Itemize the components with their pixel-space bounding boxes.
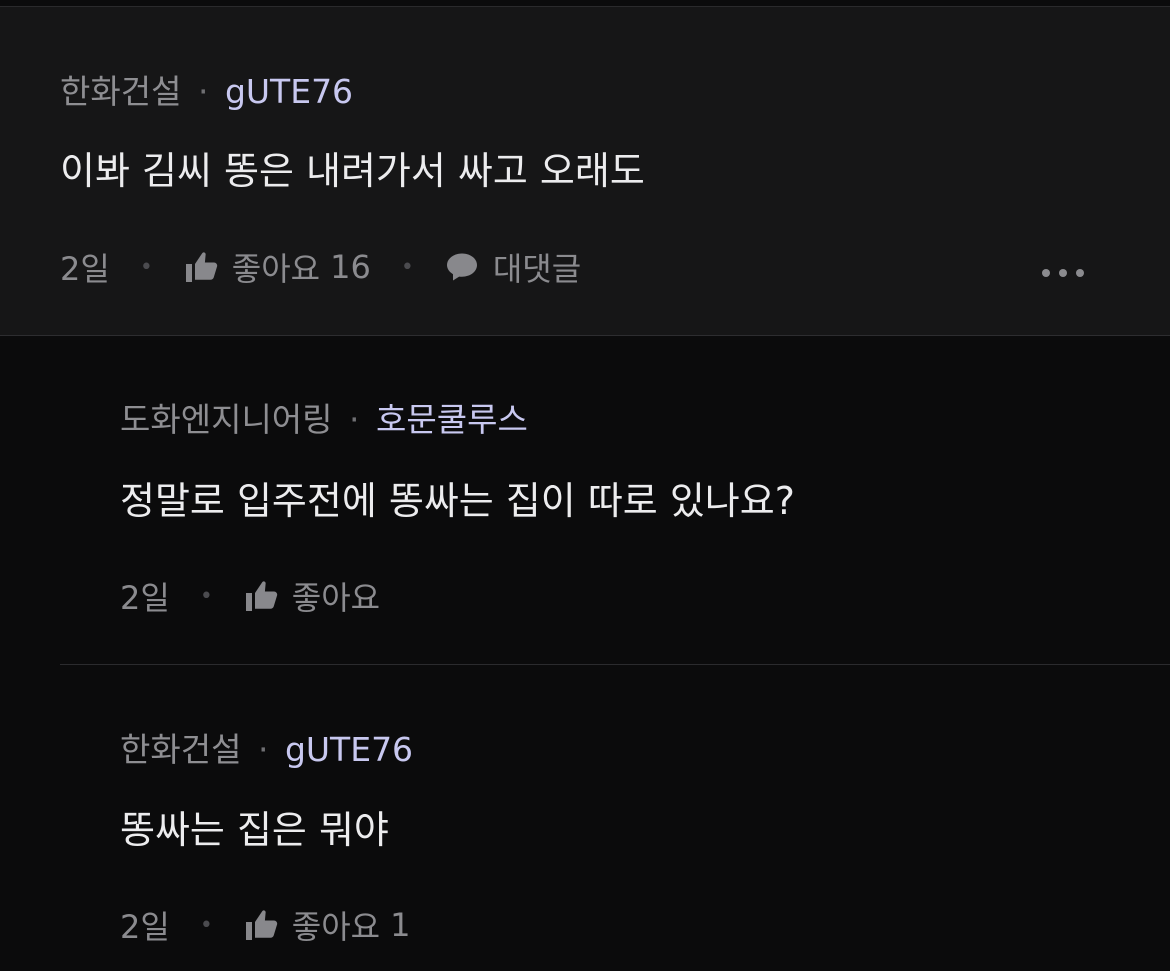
- thumbs-up-icon: [243, 578, 279, 614]
- action-separator-dot: •: [199, 583, 213, 609]
- comment-date: 2일: [120, 579, 170, 617]
- author-company: 한화건설: [120, 730, 242, 769]
- comment-actions: 2일 • 좋아요: [120, 573, 380, 619]
- comment-author: 한화건설 · gUTE76: [60, 72, 353, 112]
- author-company: 도화엔지니어링: [120, 400, 333, 439]
- speech-bubble-icon: [444, 249, 480, 285]
- main-comment: 한화건설 · gUTE76 이봐 김씨 똥은 내려가서 싸고 오래도 2일 • …: [0, 7, 1170, 335]
- comment-text: 똥싸는 집은 뭐야: [120, 808, 389, 852]
- reply-button[interactable]: 대댓글: [444, 244, 581, 290]
- like-count: 16: [330, 248, 371, 286]
- comment-date: 2일: [60, 250, 110, 288]
- comment-actions: 2일 • 좋아요 1: [120, 902, 411, 948]
- thumbs-up-icon: [183, 249, 219, 285]
- meta-separator: ·: [349, 400, 360, 439]
- reply-comment: 도화엔지니어링 · 호문쿨루스 정말로 입주전에 똥싸는 집이 따로 있나요? …: [0, 336, 1100, 664]
- like-label: 좋아요: [291, 579, 381, 617]
- like-button[interactable]: 좋아요 16: [183, 244, 371, 290]
- reply-label: 대댓글: [492, 250, 582, 288]
- action-separator-dot: •: [400, 254, 414, 280]
- like-button[interactable]: 좋아요 1: [243, 902, 411, 948]
- thumbs-up-icon: [243, 907, 279, 943]
- meta-separator: ·: [257, 730, 269, 769]
- like-label: 좋아요: [291, 908, 381, 946]
- like-label: 좋아요: [231, 250, 321, 288]
- author-company: 한화건설: [60, 72, 182, 111]
- like-button[interactable]: 좋아요: [243, 573, 380, 619]
- comment-author: 도화엔지니어링 · 호문쿨루스: [120, 400, 528, 440]
- comment-thread: 한화건설 · gUTE76 이봐 김씨 똥은 내려가서 싸고 오래도 2일 • …: [0, 0, 1170, 971]
- action-separator-dot: •: [199, 912, 213, 938]
- meta-separator: ·: [197, 72, 209, 111]
- comment-author: 한화건설 · gUTE76: [120, 730, 413, 770]
- like-count: 1: [390, 906, 411, 944]
- comment-text: 이봐 김씨 똥은 내려가서 싸고 오래도: [60, 149, 645, 193]
- more-options-button[interactable]: [1040, 253, 1086, 293]
- comment-actions: 2일 • 좋아요 16 • 대댓글: [60, 244, 581, 290]
- author-nickname[interactable]: gUTE76: [285, 730, 413, 769]
- reply-comment: 한화건설 · gUTE76 똥싸는 집은 뭐야 2일 • 좋아요 1: [0, 665, 1100, 971]
- comment-text: 정말로 입주전에 똥싸는 집이 따로 있나요?: [120, 479, 795, 523]
- author-nickname[interactable]: gUTE76: [225, 72, 353, 111]
- author-nickname[interactable]: 호문쿨루스: [376, 400, 528, 439]
- action-separator-dot: •: [139, 254, 153, 280]
- comment-date: 2일: [120, 908, 170, 946]
- more-horizontal-icon: [1042, 269, 1084, 277]
